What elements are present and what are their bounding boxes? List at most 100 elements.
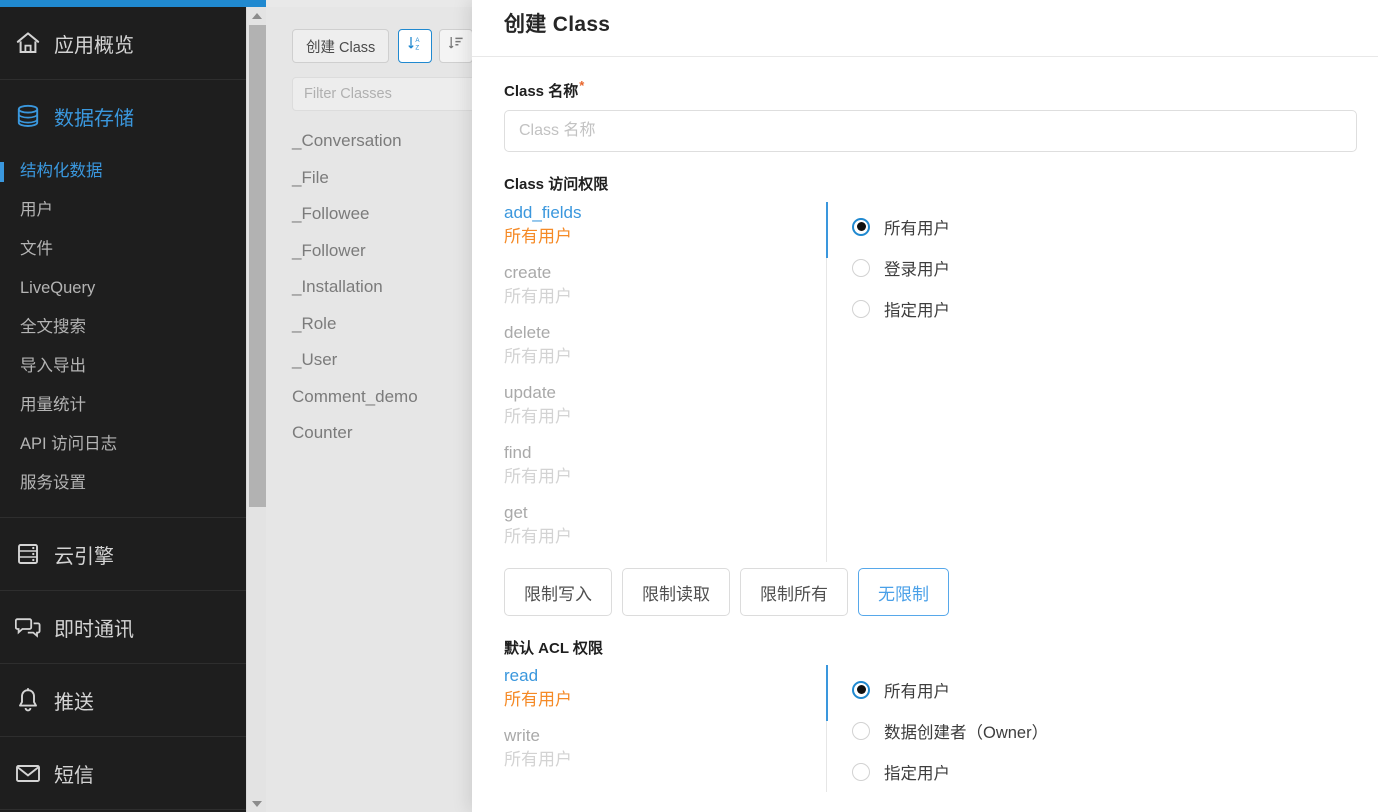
envelope-icon	[8, 758, 48, 788]
acl-permission-radio-button[interactable]	[852, 721, 870, 740]
acl-permission-op-name: write	[504, 726, 540, 745]
class-permission-row-get[interactable]: get 所有用户	[504, 502, 826, 562]
sidebar-group-label-2: 云引擎	[54, 545, 114, 568]
sidebar-group-5: 短信	[0, 737, 246, 810]
class-permission-radio-button[interactable]	[852, 217, 870, 236]
required-asterisk: *	[579, 78, 585, 93]
class-permissions-divider	[826, 202, 828, 562]
class-name-input[interactable]	[504, 110, 1357, 152]
scrollbar-up-arrow[interactable]	[247, 7, 267, 24]
class-permission-radio-label: 所有用户	[884, 219, 950, 238]
filter-classes-input[interactable]	[292, 77, 488, 111]
acl-permission-radio-button[interactable]	[852, 762, 870, 781]
class-list-item[interactable]: Counter	[266, 415, 480, 452]
sidebar-group-label-1: 数据存储	[54, 107, 134, 130]
sidebar-group-label-4: 推送	[54, 691, 94, 714]
sidebar-group-header-3[interactable]: 即时通讯	[0, 591, 246, 663]
sidebar-group-header-5[interactable]: 短信	[0, 737, 246, 809]
class-permission-op-value: 所有用户	[504, 527, 572, 546]
class-list-item[interactable]: _Installation	[266, 269, 480, 306]
class-permission-row-update[interactable]: update 所有用户	[504, 382, 826, 442]
sidebar-item-LiveQuery[interactable]: LiveQuery	[0, 269, 246, 308]
modal-header-divider	[472, 56, 1378, 57]
class-permission-radio-button[interactable]	[852, 258, 870, 277]
scrollbar-thumb[interactable]	[249, 25, 266, 507]
acl-permission-radio-button[interactable]	[852, 680, 870, 699]
modal-body: Class 名称* Class 访问权限 add_fields所有用户creat…	[472, 78, 1378, 792]
class-list: _Conversation _File _Followee _Follower _Ins…	[266, 123, 480, 452]
top-accent-bar	[0, 0, 266, 7]
sidebar-item-用量统计[interactable]: 用量统计	[0, 386, 246, 425]
server-icon	[8, 539, 48, 569]
class-permission-radio-label: 指定用户	[884, 301, 950, 320]
svg-text:A: A	[415, 37, 420, 44]
page-vertical-scrollbar[interactable]	[246, 7, 266, 812]
class-permission-option[interactable]: 指定用户	[852, 288, 950, 329]
sidebar-item-文件[interactable]: 文件	[0, 230, 246, 269]
sidebar-submenu-1: 结构化数据 用户 文件 LiveQuery 全文搜索 导入导出 用量统计 API 访问日志 服务…	[0, 152, 246, 517]
sort-alphabetical-button[interactable]: A Z	[398, 29, 433, 63]
sidebar-item-全文搜索[interactable]: 全文搜索	[0, 308, 246, 347]
sidebar-item-导入导出[interactable]: 导入导出	[0, 347, 246, 386]
preset-button-限制所有[interactable]: 限制所有	[740, 568, 848, 616]
class-list-item[interactable]: _File	[266, 160, 480, 197]
create-class-button[interactable]: 创建 Class	[292, 29, 390, 63]
home-icon	[8, 28, 48, 58]
sidebar-item-服务设置[interactable]: 服务设置	[0, 464, 246, 503]
acl-permissions-divider	[826, 665, 828, 792]
sidebar-item-用户[interactable]: 用户	[0, 191, 246, 230]
class-permissions-label: Class 访问权限	[504, 176, 609, 193]
preset-button-无限制[interactable]: 无限制	[858, 568, 949, 616]
class-permission-row-create[interactable]: create 所有用户	[504, 262, 826, 322]
sidebar-group-header-1[interactable]: 数据存储	[0, 80, 246, 152]
create-class-modal: 创建 Class Class 名称* Class 访问权限 add_fields…	[472, 0, 1378, 812]
class-permission-row-delete[interactable]: delete 所有用户	[504, 322, 826, 382]
preset-button-限制写入[interactable]: 限制写入	[504, 568, 612, 616]
class-permission-op-name: add_fields	[504, 203, 582, 222]
acl-permission-option[interactable]: 数据创建者（Owner）	[852, 710, 1048, 751]
class-permission-row-add_fields[interactable]: add_fields 所有用户	[504, 202, 826, 262]
acl-permission-row-read[interactable]: read 所有用户	[504, 665, 826, 725]
class-list-item[interactable]: Comment_demo	[266, 379, 480, 416]
sort-descending-icon	[448, 35, 465, 57]
class-list-item[interactable]: _Follower	[266, 233, 480, 270]
acl-permission-radio-label: 数据创建者（Owner）	[884, 723, 1049, 742]
class-panel-toolbar: 创建 Class A Z	[266, 7, 480, 63]
class-permission-op-value: 所有用户	[504, 467, 572, 486]
class-permission-op-value: 所有用户	[504, 347, 572, 366]
database-icon	[8, 101, 48, 131]
chat-icon	[8, 612, 48, 642]
acl-permission-radio-label: 指定用户	[884, 764, 950, 783]
sort-alphabetical-icon: A Z	[407, 35, 424, 57]
sidebar-group-header-2[interactable]: 云引擎	[0, 518, 246, 590]
acl-permission-op-name: read	[504, 666, 539, 685]
class-permission-radio-button[interactable]	[852, 299, 870, 318]
class-permission-radio-group: 所有用户登录用户指定用户	[827, 202, 950, 562]
main-sidebar: 应用概览数据存储结构化数据 用户 文件 LiveQuery 全文搜索 导入导出 用量统计 AP…	[0, 7, 246, 812]
scrollbar-down-arrow[interactable]	[247, 795, 267, 812]
class-permission-row-find[interactable]: find 所有用户	[504, 442, 826, 502]
sidebar-group-header-4[interactable]: 推送	[0, 664, 246, 736]
sidebar-item-结构化数据[interactable]: 结构化数据	[0, 152, 246, 191]
sidebar-group-4: 推送	[0, 664, 246, 737]
acl-permissions-label: 默认 ACL 权限	[504, 640, 603, 657]
class-permission-option[interactable]: 登录用户	[852, 247, 950, 288]
class-name-label: Class 名称*	[504, 78, 1352, 101]
acl-permission-op-value: 所有用户	[504, 750, 572, 769]
sidebar-item-API 访问日志[interactable]: API 访问日志	[0, 425, 246, 464]
class-list-item[interactable]: _Followee	[266, 196, 480, 233]
class-list-item[interactable]: _Conversation	[266, 123, 480, 160]
sidebar-group-label-3: 即时通讯	[54, 618, 134, 641]
class-list-item[interactable]: _Role	[266, 306, 480, 343]
sidebar-group-header-0[interactable]: 应用概览	[0, 7, 246, 79]
acl-permission-option[interactable]: 指定用户	[852, 751, 1048, 792]
class-permission-op-value: 所有用户	[504, 287, 572, 306]
sidebar-group-2: 云引擎	[0, 518, 246, 591]
sort-descending-button[interactable]	[439, 29, 474, 63]
svg-text:Z: Z	[415, 45, 419, 52]
acl-permission-option[interactable]: 所有用户	[852, 669, 1048, 710]
class-list-item[interactable]: _User	[266, 342, 480, 379]
class-permission-option[interactable]: 所有用户	[852, 206, 950, 247]
acl-permission-row-write[interactable]: write 所有用户	[504, 725, 826, 785]
preset-button-限制读取[interactable]: 限制读取	[622, 568, 730, 616]
